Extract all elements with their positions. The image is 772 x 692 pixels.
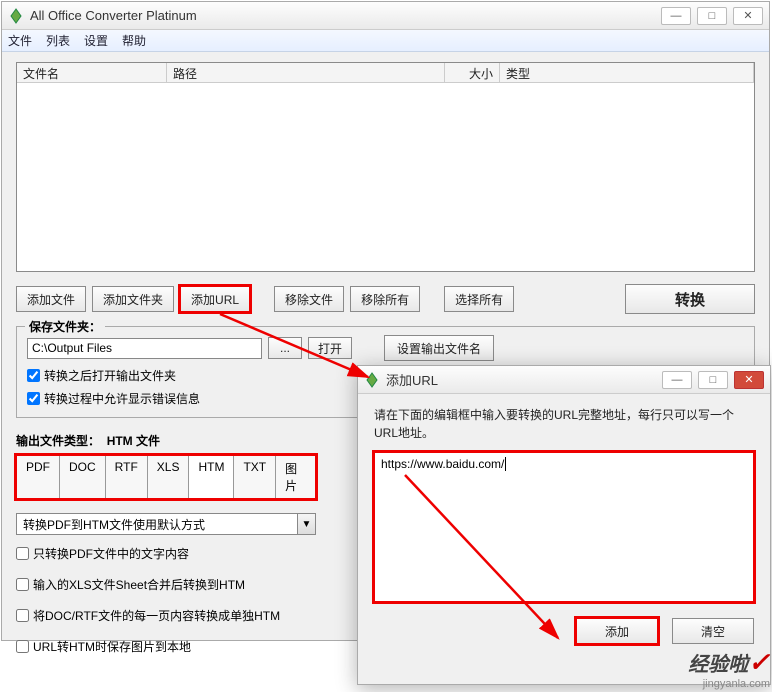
chk-open-after-label: 转换之后打开输出文件夹 [44,367,176,384]
main-titlebar[interactable]: All Office Converter Platinum — □ ✕ [2,2,769,30]
col-size[interactable]: 大小 [445,63,500,82]
dialog-clear-button[interactable]: 清空 [672,618,754,644]
opt-doc-per-page-box[interactable] [16,609,29,622]
save-folder-legend: 保存文件夹： [25,318,105,335]
dialog-icon [364,372,380,388]
open-folder-button[interactable]: 打开 [308,337,352,359]
dialog-body: 请在下面的编辑框中输入要转换的URL完整地址，每行只可以写一个URL地址。 ht… [358,394,770,684]
tab-doc[interactable]: DOC [60,456,106,498]
check-icon: ✓ [748,647,770,677]
action-buttons-row: 添加文件 添加文件夹 添加URL 移除文件 移除所有 选择所有 转换 [16,284,755,314]
output-type-tabs: PDF DOC RTF XLS HTM TXT 图片 [16,455,316,499]
dialog-buttons: 添加 清空 [374,618,754,644]
watermark-url: jingyanla.com [703,678,770,690]
watermark: 经验啦✓ jingyanla.com [688,647,770,690]
add-url-button[interactable]: 添加URL [180,286,250,312]
file-list[interactable]: 文件名 路径 大小 类型 [16,62,755,272]
tab-txt[interactable]: TXT [234,456,276,498]
add-file-button[interactable]: 添加文件 [16,286,86,312]
file-list-header: 文件名 路径 大小 类型 [17,63,754,83]
dialog-titlebar[interactable]: 添加URL — □ ✕ [358,366,770,394]
main-title: All Office Converter Platinum [30,8,661,23]
tab-rtf[interactable]: RTF [106,456,148,498]
opt-xls-merge-box[interactable] [16,578,29,591]
dialog-minimize-button[interactable]: — [662,371,692,389]
set-output-name-button[interactable]: 设置输出文件名 [384,335,494,361]
dialog-window-controls: — □ ✕ [662,371,764,389]
output-path-input[interactable] [27,338,262,359]
tab-htm[interactable]: HTM [189,456,234,498]
chk-open-after-box[interactable] [27,369,40,382]
dialog-title: 添加URL [386,370,662,389]
chevron-down-icon[interactable]: ▼ [298,513,316,535]
opt-text-only[interactable]: 只转换PDF文件中的文字内容 [16,545,316,562]
minimize-button[interactable]: — [661,7,691,25]
remove-file-button[interactable]: 移除文件 [274,286,344,312]
menu-bar: 文件 列表 设置 帮助 [2,30,769,52]
url-text-content: https://www.baidu.com/ [381,457,504,471]
conversion-mode-dropdown[interactable]: 转换PDF到HTM文件使用默认方式 ▼ [16,513,316,535]
chk-show-errors-label: 转换过程中允许显示错误信息 [44,390,200,407]
tab-image[interactable]: 图片 [276,456,315,498]
menu-list[interactable]: 列表 [46,32,70,49]
text-cursor [505,457,506,471]
menu-settings[interactable]: 设置 [84,32,108,49]
maximize-button[interactable]: □ [697,7,727,25]
opt-text-only-box[interactable] [16,547,29,560]
url-textarea[interactable]: https://www.baidu.com/ [374,452,754,602]
opt-url-save-img-box[interactable] [16,640,29,653]
main-window-controls: — □ ✕ [661,7,763,25]
opt-url-save-img[interactable]: URL转HTM时保存图片到本地 [16,638,316,655]
tab-xls[interactable]: XLS [148,456,190,498]
add-folder-button[interactable]: 添加文件夹 [92,286,174,312]
browse-button[interactable]: ... [268,337,302,359]
dialog-add-button[interactable]: 添加 [576,618,658,644]
chk-show-errors-box[interactable] [27,392,40,405]
output-type-current: HTM 文件 [107,434,160,448]
opt-xls-merge[interactable]: 输入的XLS文件Sheet合并后转换到HTM [16,576,316,593]
tab-pdf[interactable]: PDF [17,456,60,498]
dialog-maximize-button[interactable]: □ [698,371,728,389]
convert-button[interactable]: 转换 [625,284,755,314]
watermark-text: 经验啦✓ [688,647,770,678]
col-path[interactable]: 路径 [167,63,445,82]
dialog-instruction: 请在下面的编辑框中输入要转换的URL完整地址，每行只可以写一个URL地址。 [374,406,754,442]
app-icon [8,8,24,24]
menu-help[interactable]: 帮助 [122,32,146,49]
dialog-close-button[interactable]: ✕ [734,371,764,389]
col-filename[interactable]: 文件名 [17,63,167,82]
dropdown-value: 转换PDF到HTM文件使用默认方式 [16,513,298,535]
remove-all-button[interactable]: 移除所有 [350,286,420,312]
conversion-options: 只转换PDF文件中的文字内容 输入的XLS文件Sheet合并后转换到HTM 将D… [16,545,316,655]
select-all-button[interactable]: 选择所有 [444,286,514,312]
close-button[interactable]: ✕ [733,7,763,25]
opt-doc-per-page[interactable]: 将DOC/RTF文件的每一页内容转换成单独HTM [16,607,316,624]
menu-file[interactable]: 文件 [8,32,32,49]
add-url-dialog: 添加URL — □ ✕ 请在下面的编辑框中输入要转换的URL完整地址，每行只可以… [357,365,771,685]
col-type[interactable]: 类型 [500,63,754,82]
